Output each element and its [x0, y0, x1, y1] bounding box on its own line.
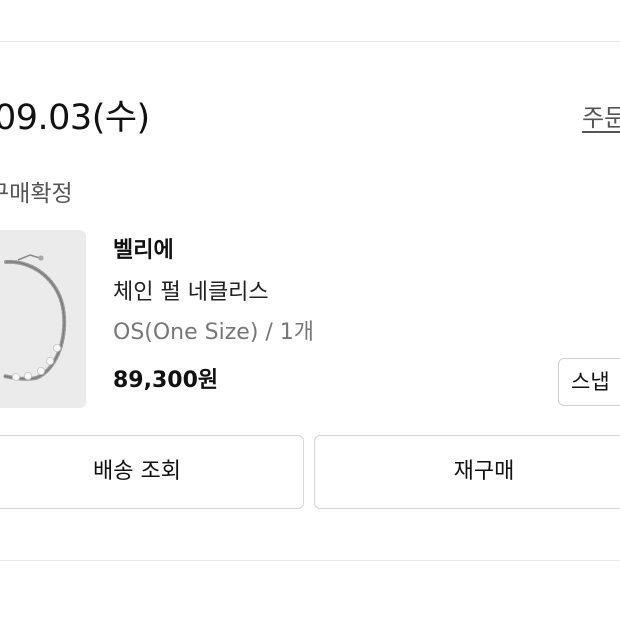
top-divider	[0, 41, 620, 42]
rebuy-button[interactable]: 재구매	[314, 435, 620, 509]
necklace-image	[2, 254, 67, 381]
order-status: 구매확정	[0, 181, 73, 207]
order-history-screen: 09.03(수) 주문 상세 구매확정 벨리에 체인 펄 네클리스 OS(One…	[0, 0, 620, 620]
product-option: OS(One Size) / 1개	[113, 320, 315, 345]
product-price: 89,300원	[113, 368, 219, 393]
product-thumbnail[interactable]	[0, 230, 86, 408]
product-name[interactable]: 체인 펄 네클리스	[113, 278, 269, 308]
order-detail-link[interactable]: 주문 상세	[582, 100, 620, 136]
bottom-divider	[0, 560, 620, 561]
track-delivery-button[interactable]: 배송 조회	[0, 435, 304, 509]
order-date: 09.03(수)	[0, 98, 150, 138]
snap-button[interactable]: 스냅	[558, 358, 620, 406]
brand-name[interactable]: 벨리에	[113, 236, 174, 266]
